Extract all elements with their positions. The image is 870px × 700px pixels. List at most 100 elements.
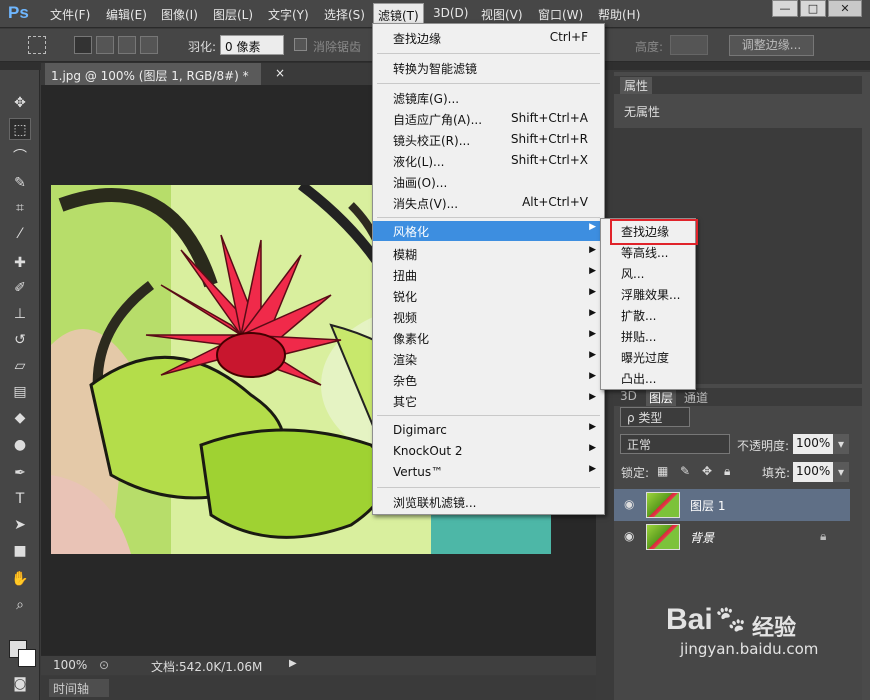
menu-item-other[interactable]: 其它 ▶ xyxy=(373,391,604,411)
lock-pixels-icon[interactable]: ✎ xyxy=(680,464,690,478)
subtract-selection-icon[interactable] xyxy=(118,36,136,54)
menu-item-lens-correction[interactable]: 镜头校正(R)... Shift+Ctrl+R xyxy=(373,130,604,150)
menu-item-distort[interactable]: 扭曲 ▶ xyxy=(373,265,604,285)
submenu-arrow-icon: ▶ xyxy=(589,443,596,453)
menu-item-render[interactable]: 渲染 ▶ xyxy=(373,349,604,369)
visibility-eye-icon[interactable]: ◉ xyxy=(624,497,634,511)
menu-edit[interactable]: 编辑(E) xyxy=(106,6,147,23)
type-tool-icon[interactable]: T xyxy=(9,488,31,510)
submenu-item-wind[interactable]: 风... xyxy=(601,263,695,283)
shape-tool-icon[interactable]: ■ xyxy=(9,540,31,562)
maximize-button[interactable]: □ xyxy=(800,0,826,17)
layer-kind-filter[interactable]: ρ 类型 xyxy=(620,407,690,427)
menu-file[interactable]: 文件(F) xyxy=(50,6,90,23)
document-tab[interactable]: 1.jpg @ 100% (图层 1, RGB/8#) * × xyxy=(45,63,285,85)
quick-select-tool-icon[interactable]: ✎ xyxy=(9,172,31,194)
menu-item-vanishing-point[interactable]: 消失点(V)... Alt+Ctrl+V xyxy=(373,193,604,213)
submenu-item-tiles[interactable]: 拼贴... xyxy=(601,326,695,346)
submenu-item-emboss[interactable]: 浮雕效果... xyxy=(601,284,695,304)
healing-brush-tool-icon[interactable]: ✚ xyxy=(9,252,31,274)
move-tool-icon[interactable]: ✥ xyxy=(9,92,31,114)
feather-input[interactable]: 0 像素 xyxy=(220,35,284,55)
menu-item-browse-online[interactable]: 浏览联机滤镜... xyxy=(373,492,604,512)
menu-item-noise[interactable]: 杂色 ▶ xyxy=(373,370,604,390)
submenu-item-trace-contour[interactable]: 等高线... xyxy=(601,242,695,262)
menu-item-label: 像素化 xyxy=(393,332,430,346)
intersect-selection-icon[interactable] xyxy=(140,36,158,54)
menu-help[interactable]: 帮助(H) xyxy=(598,6,640,23)
menu-item-pixelate[interactable]: 像素化 ▶ xyxy=(373,328,604,348)
share-icon[interactable]: ⊙ xyxy=(99,658,109,672)
antialias-checkbox[interactable] xyxy=(294,38,307,51)
menu-item-digimarc[interactable]: Digimarc ▶ xyxy=(373,421,604,441)
opacity-dropdown-icon[interactable]: ▾ xyxy=(833,434,849,454)
quick-mask-icon[interactable]: ◙ xyxy=(9,673,31,695)
opacity-input[interactable]: 100% xyxy=(793,434,833,454)
menu-item-stylize[interactable]: 风格化 ▶ xyxy=(373,221,604,241)
menu-filter[interactable]: 滤镜(T) xyxy=(373,3,424,25)
menu-item-filter-gallery[interactable]: 滤镜库(G)... xyxy=(373,88,604,108)
submenu-item-extrude[interactable]: 凸出... xyxy=(601,368,695,388)
minimize-button[interactable]: — xyxy=(772,0,798,17)
hand-tool-icon[interactable]: ✋ xyxy=(9,568,31,590)
menu-item-knockout[interactable]: KnockOut 2 ▶ xyxy=(373,442,604,462)
timeline-tab[interactable]: 时间轴 xyxy=(49,679,109,697)
menu-layer[interactable]: 图层(L) xyxy=(213,6,253,23)
menu-item-blur[interactable]: 模糊 ▶ xyxy=(373,244,604,264)
gradient-tool-icon[interactable]: ▤ xyxy=(9,381,31,403)
menu-item-vertus[interactable]: Vertus™ ▶ xyxy=(373,463,604,483)
menu-view[interactable]: 视图(V) xyxy=(481,6,523,23)
menu-select[interactable]: 选择(S) xyxy=(324,6,365,23)
layer-row[interactable]: ◉ 背景 🔒︎ xyxy=(614,521,850,553)
zoom-tool-icon[interactable]: ⌕ xyxy=(9,594,31,616)
tab-3d[interactable]: 3D xyxy=(620,389,637,403)
lasso-tool-icon[interactable]: ⌒ xyxy=(9,146,31,168)
history-brush-tool-icon[interactable]: ↺ xyxy=(9,329,31,351)
marquee-tool-icon[interactable] xyxy=(28,36,46,54)
menu-item-adaptive-wide-angle[interactable]: 自适应广角(A)... Shift+Ctrl+A xyxy=(373,109,604,129)
clone-stamp-tool-icon[interactable]: ⊥ xyxy=(9,303,31,325)
zoom-level[interactable]: 100% xyxy=(53,658,87,672)
submenu-item-diffuse[interactable]: 扩散... xyxy=(601,305,695,325)
fill-input[interactable]: 100% xyxy=(793,462,833,482)
lock-position-icon[interactable]: ✥ xyxy=(702,464,712,478)
lock-transparency-icon[interactable]: ▦ xyxy=(657,464,668,478)
menu-item-liquify[interactable]: 液化(L)... Shift+Ctrl+X xyxy=(373,151,604,171)
menu-item-last-filter[interactable]: 查找边缘 Ctrl+F xyxy=(373,28,604,48)
menu-item-sharpen[interactable]: 锐化 ▶ xyxy=(373,286,604,306)
background-color-swatch[interactable] xyxy=(18,649,36,667)
tab-channels[interactable]: 通道 xyxy=(684,389,708,406)
shortcut: Shift+Ctrl+X xyxy=(511,153,588,167)
pen-tool-icon[interactable]: ✒ xyxy=(9,462,31,484)
menu-type[interactable]: 文字(Y) xyxy=(268,6,309,23)
crop-tool-icon[interactable]: ⌗ xyxy=(9,197,31,219)
visibility-eye-icon[interactable]: ◉ xyxy=(624,529,634,543)
height-input[interactable] xyxy=(670,35,708,55)
layer-row[interactable]: ◉ 图层 1 xyxy=(614,489,850,521)
menu-item-smart-filter[interactable]: 转换为智能滤镜 xyxy=(373,58,604,78)
path-select-tool-icon[interactable]: ➤ xyxy=(9,514,31,536)
blend-mode-select[interactable]: 正常 xyxy=(620,434,730,454)
properties-tab[interactable]: 属性 xyxy=(620,77,653,94)
brush-tool-icon[interactable]: ✐ xyxy=(9,277,31,299)
menu-item-oil-paint[interactable]: 油画(O)... xyxy=(373,172,604,192)
close-button[interactable]: ✕ xyxy=(828,0,862,17)
fill-dropdown-icon[interactable]: ▾ xyxy=(833,462,849,482)
menu-image[interactable]: 图像(I) xyxy=(161,6,198,23)
submenu-item-solarize[interactable]: 曝光过度 xyxy=(601,347,695,367)
blur-tool-icon[interactable]: ◆ xyxy=(9,407,31,429)
lock-all-icon[interactable]: 🔒︎ xyxy=(724,464,730,479)
refine-edge-button[interactable]: 调整边缘... xyxy=(729,35,814,56)
menu-window[interactable]: 窗口(W) xyxy=(538,6,583,23)
dodge-tool-icon[interactable]: ● xyxy=(9,434,31,456)
add-selection-icon[interactable] xyxy=(96,36,114,54)
new-selection-icon[interactable] xyxy=(74,36,92,54)
menu-item-video[interactable]: 视频 ▶ xyxy=(373,307,604,327)
eraser-tool-icon[interactable]: ▱ xyxy=(9,355,31,377)
status-menu-arrow-icon[interactable]: ▶ xyxy=(289,658,297,669)
eyedropper-tool-icon[interactable]: ⁄ xyxy=(9,223,31,245)
rect-marquee-tool-icon[interactable]: ⬚ xyxy=(9,118,31,140)
menu-3d[interactable]: 3D(D) xyxy=(433,6,468,20)
tab-layers[interactable]: 图层 xyxy=(646,389,677,406)
close-tab-icon[interactable]: × xyxy=(275,66,285,80)
